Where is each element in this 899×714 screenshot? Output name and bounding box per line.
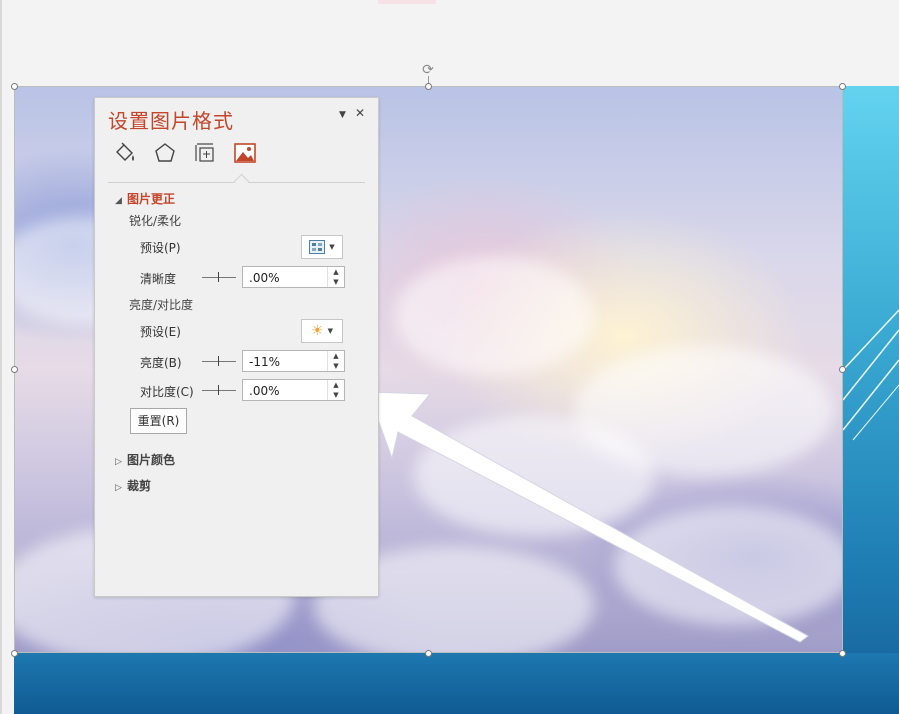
rotate-handle-icon[interactable]: ⟳	[420, 62, 436, 78]
paint-bucket-icon	[116, 142, 134, 161]
sharpen-soften-heading: 锐化/柔化	[129, 214, 182, 228]
contrast-spinner[interactable]: ▲▼	[242, 379, 345, 402]
clarity-label: 清晰度	[140, 272, 177, 286]
pane-options-dropdown[interactable]: ▼	[339, 110, 346, 120]
slide-bottom-band	[14, 653, 899, 714]
expanded-triangle-icon: ◢	[115, 196, 122, 206]
brightness-slider[interactable]	[202, 356, 236, 366]
reset-button[interactable]: 重置(R)	[130, 408, 187, 434]
chevron-down-icon: ▼	[327, 327, 333, 335]
annotation-arrow	[367, 391, 809, 643]
resize-handle-top[interactable]	[425, 83, 432, 90]
clarity-down-icon[interactable]: ▼	[328, 277, 344, 287]
left-edge	[0, 0, 2, 714]
contrast-slider[interactable]	[202, 385, 236, 395]
clarity-up-icon[interactable]: ▲	[328, 267, 344, 277]
collapsed-triangle-icon: ▷	[115, 457, 122, 467]
section-title: 图片颜色	[127, 453, 176, 467]
resize-handle-top-right[interactable]	[839, 83, 846, 90]
section-picture-color[interactable]: ▷ 图片颜色	[115, 451, 175, 468]
clarity-spinner[interactable]: ▲▼	[242, 266, 345, 289]
top-indicator	[378, 0, 436, 4]
contrast-down-icon[interactable]: ▼	[328, 390, 344, 400]
brightness-input[interactable]	[243, 351, 335, 373]
tab-size-position[interactable]	[192, 140, 218, 166]
resize-handle-left[interactable]	[11, 366, 18, 373]
sharpen-preset-dropdown[interactable]: ▼	[301, 235, 343, 259]
tab-picture[interactable]	[232, 140, 258, 166]
size-position-icon	[195, 143, 214, 162]
section-title: 裁剪	[127, 479, 152, 493]
resize-handle-bottom[interactable]	[425, 650, 432, 657]
picture-icon	[234, 143, 256, 163]
chevron-down-icon: ▼	[329, 243, 335, 251]
collapsed-triangle-icon: ▷	[115, 483, 122, 493]
section-crop[interactable]: ▷ 裁剪	[115, 477, 151, 494]
clarity-slider[interactable]	[202, 272, 236, 282]
brightness-label: 亮度(B)	[140, 356, 182, 370]
resize-handle-bottom-left[interactable]	[11, 650, 18, 657]
clarity-input[interactable]	[243, 267, 335, 289]
tab-effects[interactable]	[152, 140, 178, 166]
pentagon-icon	[155, 143, 175, 162]
resize-handle-right[interactable]	[839, 366, 846, 373]
sharpen-preset-label: 预设(P)	[140, 241, 181, 255]
brightness-up-icon[interactable]: ▲	[328, 351, 344, 361]
brightness-spinner[interactable]: ▲▼	[242, 350, 345, 373]
resize-handle-bottom-right[interactable]	[839, 650, 846, 657]
sun-icon: ☀	[311, 323, 324, 339]
format-picture-pane: 设置图片格式 ▼ ✕ ◢ 图片更正 锐化/柔化 预设(P) ▼ 清晰度 .00%…	[94, 97, 379, 597]
contrast-up-icon[interactable]: ▲	[328, 380, 344, 390]
pane-close-button[interactable]: ✕	[355, 106, 365, 120]
brightness-preset-label: 预设(E)	[140, 325, 181, 339]
pane-title: 设置图片格式	[108, 109, 234, 133]
decorative-lines	[843, 309, 899, 441]
tab-fill-line[interactable]	[112, 140, 138, 166]
resize-handle-top-left[interactable]	[11, 83, 18, 90]
brightness-preset-dropdown[interactable]: ☀ ▼	[301, 319, 343, 343]
active-tab-indicator	[233, 173, 250, 190]
contrast-input[interactable]	[243, 380, 335, 402]
brightness-down-icon[interactable]: ▼	[328, 361, 344, 371]
sharpen-preset-icon	[309, 240, 326, 254]
section-picture-correction[interactable]: ◢ 图片更正	[115, 190, 175, 207]
section-title: 图片更正	[127, 192, 176, 206]
contrast-label: 对比度(C)	[140, 385, 194, 399]
brightness-contrast-heading: 亮度/对比度	[129, 298, 194, 312]
